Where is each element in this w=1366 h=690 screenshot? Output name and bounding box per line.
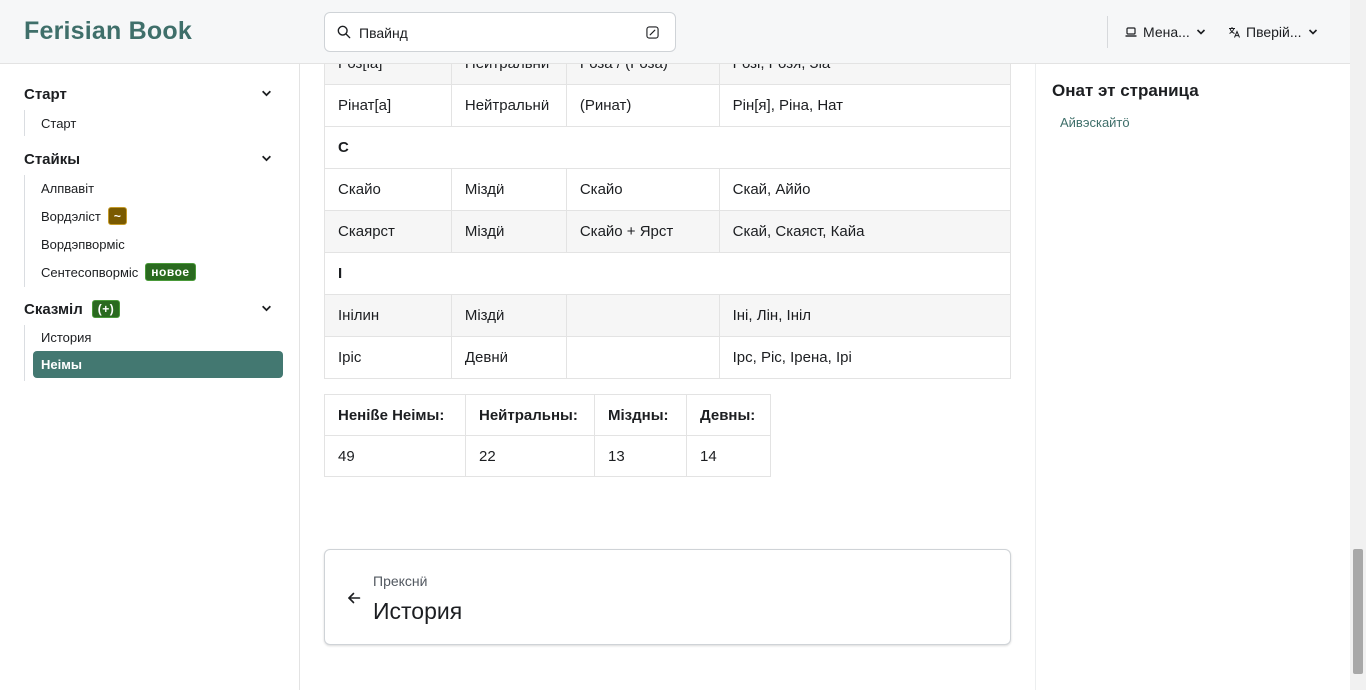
table-cell: Нейтральнӥ	[450, 64, 567, 85]
table-cell: Міздӥ	[450, 168, 567, 211]
table-cell: Іріс	[324, 336, 452, 379]
header-divider	[1107, 16, 1108, 48]
table-row: Скаярст Міздӥ Скайо + Ярст Скай, Скаяст,…	[324, 210, 1012, 253]
search-icon	[337, 25, 351, 39]
table-cell: Девнӥ	[450, 336, 567, 379]
table-cell: Нейтральнӥ	[450, 84, 567, 127]
table-row: Іріс Девнӥ Ірс, Ріс, Ірена, Ірі	[324, 336, 1012, 379]
table-cell: Ірс, Ріс, Ірена, Ірі	[718, 336, 1012, 379]
table-cell	[565, 294, 720, 337]
table-cell: 22	[465, 435, 595, 477]
table-row: Скайо Міздӥ Скайо Скай, Аййо	[324, 168, 1012, 211]
table-cell: Роза / (Роза)	[565, 64, 720, 85]
toc-link[interactable]: Айвэскайтӧ	[1060, 115, 1130, 130]
keyboard-shortcut-icon	[646, 26, 659, 39]
table-cell: 14	[686, 435, 771, 477]
table-cell: Скай, Скаяст, Кайа	[718, 210, 1012, 253]
search-input[interactable]	[359, 22, 629, 44]
table-cell: Скаярст	[324, 210, 452, 253]
table-cell: Розі, Розя, Зіа	[718, 64, 1012, 85]
table-cell: Рін[я], Ріна, Нат	[718, 84, 1012, 127]
previous-page-link[interactable]: Прекснӥ История	[324, 549, 1011, 645]
arrow-left-icon	[348, 592, 361, 604]
language-dropdown-label: Пверій...	[1246, 24, 1302, 40]
table-letter-heading: С	[324, 126, 1011, 169]
table-cell: Скайо	[565, 168, 720, 211]
page-scrollbar[interactable]	[1350, 0, 1366, 690]
table-letter-heading: І	[324, 252, 1011, 295]
table-header-cell: Неніße Неімы:	[324, 394, 466, 436]
table-letter-row: І	[324, 252, 1011, 295]
table-cell: Скайо + Ярст	[565, 210, 720, 253]
table-cell: Міздӥ	[450, 210, 567, 253]
laptop-icon	[1125, 27, 1137, 37]
menu-dropdown[interactable]: Мена...	[1125, 22, 1206, 42]
table-cell: (Ринат)	[565, 84, 720, 127]
table-cell: Рінат[а]	[324, 84, 452, 127]
names-table: Роз[іа] Нейтральнӥ Роза / (Роза) Розі, Р…	[324, 64, 1012, 379]
search-box[interactable]	[324, 12, 676, 52]
menu-dropdown-label: Мена...	[1143, 24, 1190, 40]
table-cell: 49	[324, 435, 466, 477]
scrollbar-thumb[interactable]	[1353, 549, 1363, 674]
pager-sublabel: Прекснӥ	[373, 573, 428, 589]
site-title[interactable]: Ferisian Book	[24, 17, 192, 46]
table-cell: Інілин	[324, 294, 452, 337]
toc-title: Онат эт страница	[1052, 81, 1199, 100]
pager-title: История	[373, 598, 463, 624]
chevron-down-icon	[1196, 29, 1205, 35]
table-header-cell: Міздны:	[594, 394, 687, 436]
table-cell: Скай, Аййо	[718, 168, 1012, 211]
table-cell: 13	[594, 435, 687, 477]
table-letter-row: С	[324, 126, 1011, 169]
language-dropdown[interactable]: Пверій...	[1228, 22, 1318, 42]
table-row: Інілин Міздӥ Іні, Лін, Ініл	[324, 294, 1012, 337]
toc-divider	[1035, 64, 1036, 690]
table-header-cell: Нейтральны:	[465, 394, 595, 436]
table-cell: Міздӥ	[450, 294, 567, 337]
table-cell: Скайо	[324, 168, 452, 211]
summary-table: Неніße Неімы: Нейтральны: Міздны: Девны:…	[324, 394, 771, 477]
table-row: 49 22 13 14	[324, 435, 771, 477]
table-header-cell: Девны:	[686, 394, 771, 436]
navbar: Ferisian Book Мена... Пверій...	[0, 0, 1350, 64]
table-row: Роз[іа] Нейтральнӥ Роза / (Роза) Розі, Р…	[324, 64, 1012, 85]
table-header-row: Неніße Неімы: Нейтральны: Міздны: Девны:	[324, 394, 771, 436]
table-cell	[565, 336, 720, 379]
table-cell: Іні, Лін, Ініл	[718, 294, 1012, 337]
table-row: Рінат[а] Нейтральнӥ (Ринат) Рін[я], Ріна…	[324, 84, 1012, 127]
translate-icon	[1229, 27, 1240, 38]
table-cell: Роз[іа]	[324, 64, 452, 85]
chevron-down-icon	[1308, 29, 1317, 35]
